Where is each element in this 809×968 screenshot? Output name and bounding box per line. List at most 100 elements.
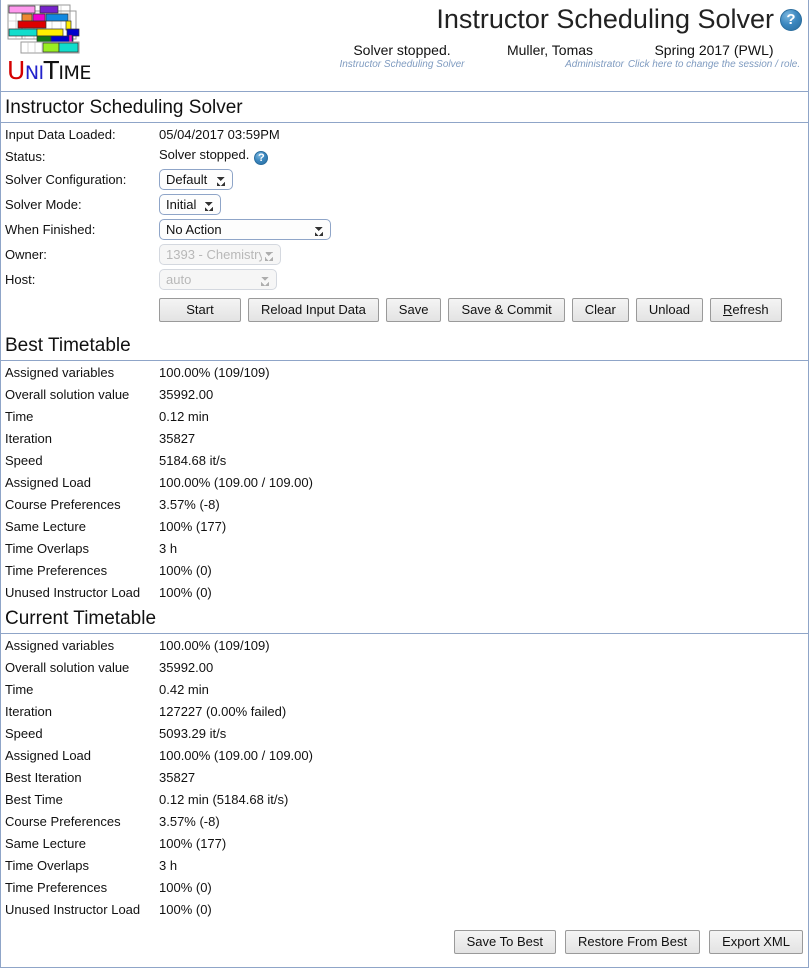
solver-configuration-label: Solver Configuration: bbox=[5, 172, 127, 187]
export-xml-button[interactable]: Export XML bbox=[709, 930, 803, 954]
refresh-button-rest: efresh bbox=[732, 302, 769, 317]
solver-properties-table: Input Data Loaded: 05/04/2017 03:59PM St… bbox=[1, 123, 808, 292]
row-value: 100% (0) bbox=[159, 584, 212, 600]
best-timetable-title: Best Timetable bbox=[1, 330, 808, 361]
row-value: 100.00% (109/109) bbox=[159, 364, 270, 380]
row-label: Assigned variables bbox=[5, 637, 115, 653]
table-row: Owner: 1393 - Chemistry bbox=[1, 242, 808, 267]
table-row: Iteration 127227 (0.00% failed) bbox=[1, 700, 808, 722]
row-label: Assigned Load bbox=[5, 747, 92, 763]
table-row: Assigned Load 100.00% (109.00 / 109.00) bbox=[1, 471, 808, 493]
table-row: Host: auto bbox=[1, 267, 808, 292]
reload-input-data-button[interactable]: Reload Input Data bbox=[248, 298, 379, 322]
table-row: Time Preferences 100% (0) bbox=[1, 876, 808, 898]
refresh-accesskey: R bbox=[723, 302, 733, 317]
header-user-role: Administrator bbox=[565, 59, 624, 70]
row-label: Time bbox=[5, 408, 34, 424]
status-value: Solver stopped. bbox=[159, 147, 250, 162]
when-finished-select[interactable]: No Action bbox=[159, 219, 331, 240]
row-value: 3 h bbox=[159, 857, 178, 873]
start-button[interactable]: Start bbox=[159, 298, 241, 322]
clear-button[interactable]: Clear bbox=[571, 298, 629, 322]
table-row: Unused Instructor Load 100% (0) bbox=[1, 581, 808, 603]
row-label: Time bbox=[5, 681, 34, 697]
save-to-best-button[interactable]: Save To Best bbox=[453, 930, 556, 954]
unitime-logo[interactable]: UNITIME bbox=[7, 4, 99, 84]
row-label: Same Lecture bbox=[5, 835, 86, 851]
row-label: Assigned variables bbox=[5, 364, 115, 380]
current-timetable-body: Assigned variables 100.00% (109/109) Overa… bbox=[1, 634, 808, 920]
row-label: Best Iteration bbox=[5, 769, 82, 785]
table-row: Same Lecture 100% (177) bbox=[1, 832, 808, 854]
table-row: Overall solution value 35992.00 bbox=[1, 383, 808, 405]
restore-from-best-button[interactable]: Restore From Best bbox=[564, 930, 701, 954]
row-value: 100% (177) bbox=[159, 835, 227, 851]
table-row: Status: Solver stopped.? bbox=[1, 145, 808, 167]
status-help-icon[interactable]: ? bbox=[254, 151, 269, 165]
row-value: 5093.29 it/s bbox=[159, 725, 227, 741]
host-label: Host: bbox=[5, 272, 36, 287]
solver-mode-select[interactable]: Initial bbox=[159, 194, 221, 215]
status-label: Status: bbox=[5, 148, 46, 164]
table-row: Unused Instructor Load 100% (0) bbox=[1, 898, 808, 920]
row-value: 5184.68 it/s bbox=[159, 452, 227, 468]
table-row: Iteration 35827 bbox=[1, 427, 808, 449]
owner-cell: 1393 - Chemistry bbox=[155, 242, 808, 267]
table-row: Assigned variables 100.00% (109/109) bbox=[1, 634, 808, 656]
solver-configuration-cell: Default bbox=[155, 167, 808, 192]
row-value: 35827 bbox=[159, 769, 196, 785]
table-row: Course Preferences 3.57% (-8) bbox=[1, 493, 808, 515]
table-row: Same Lecture 100% (177) bbox=[1, 515, 808, 537]
help-question-icon[interactable]: ? bbox=[780, 9, 802, 31]
owner-label: Owner: bbox=[5, 247, 47, 262]
owner-select: 1393 - Chemistry bbox=[159, 244, 281, 265]
table-row: Assigned variables 100.00% (109/109) bbox=[1, 361, 808, 383]
current-timetable-title: Current Timetable bbox=[1, 603, 808, 634]
input-data-loaded-value: 05/04/2017 03:59PM bbox=[159, 126, 280, 142]
footer-action-buttons: Save To Best Restore From Best Export XM… bbox=[1, 920, 808, 962]
solver-mode-cell: Initial bbox=[155, 192, 808, 217]
row-label: Best Time bbox=[5, 791, 63, 807]
table-row: Speed 5184.68 it/s bbox=[1, 449, 808, 471]
when-finished-label: When Finished: bbox=[5, 222, 96, 237]
header-session-name: Spring 2017 (PWL) bbox=[654, 42, 774, 58]
unload-button[interactable]: Unload bbox=[635, 298, 704, 322]
refresh-button[interactable]: Refresh bbox=[710, 298, 782, 322]
header-solver-status-sub: Instructor Scheduling Solver bbox=[339, 59, 465, 70]
header-session[interactable]: Spring 2017 (PWL) Click here to change t… bbox=[624, 42, 804, 71]
row-value: 100.00% (109.00 / 109.00) bbox=[159, 747, 313, 763]
host-cell: auto bbox=[155, 267, 808, 292]
row-label: Iteration bbox=[5, 430, 52, 446]
row-value: 35992.00 bbox=[159, 659, 214, 675]
row-label: Course Preferences bbox=[5, 496, 121, 512]
row-label: Iteration bbox=[5, 703, 52, 719]
row-label: Speed bbox=[5, 452, 43, 468]
status-value-cell: Solver stopped.? bbox=[155, 145, 808, 167]
header-user[interactable]: Muller, Tomas Administrator bbox=[476, 42, 624, 71]
save-and-commit-button[interactable]: Save & Commit bbox=[448, 298, 565, 322]
table-row: Best Time 0.12 min (5184.68 it/s) bbox=[1, 788, 808, 810]
row-value: 127227 (0.00% failed) bbox=[159, 703, 287, 719]
header-solver-status: Solver stopped. Instructor Scheduling So… bbox=[328, 42, 476, 71]
row-label: Speed bbox=[5, 725, 43, 741]
table-row: Input Data Loaded: 05/04/2017 03:59PM bbox=[1, 123, 808, 145]
header-solver-status-main: Solver stopped. bbox=[353, 42, 451, 58]
table-row: When Finished: No Action bbox=[1, 217, 808, 242]
row-value: 100% (0) bbox=[159, 879, 212, 895]
table-row: Time Overlaps 3 h bbox=[1, 854, 808, 876]
page-title: Instructor Scheduling Solver bbox=[436, 4, 774, 34]
solver-section-title: Instructor Scheduling Solver bbox=[1, 92, 808, 123]
when-finished-cell: No Action bbox=[155, 217, 808, 242]
row-value: 35992.00 bbox=[159, 386, 214, 402]
save-button[interactable]: Save bbox=[385, 298, 442, 322]
solver-mode-label: Solver Mode: bbox=[5, 197, 82, 212]
row-value: 100% (0) bbox=[159, 901, 212, 917]
table-row: Time Overlaps 3 h bbox=[1, 537, 808, 559]
table-row: Time 0.42 min bbox=[1, 678, 808, 700]
row-label: Course Preferences bbox=[5, 813, 121, 829]
row-value: 35827 bbox=[159, 430, 196, 446]
table-row: Assigned Load 100.00% (109.00 / 109.00) bbox=[1, 744, 808, 766]
solver-configuration-select[interactable]: Default bbox=[159, 169, 233, 190]
table-row: Time 0.12 min bbox=[1, 405, 808, 427]
row-label: Overall solution value bbox=[5, 659, 130, 675]
